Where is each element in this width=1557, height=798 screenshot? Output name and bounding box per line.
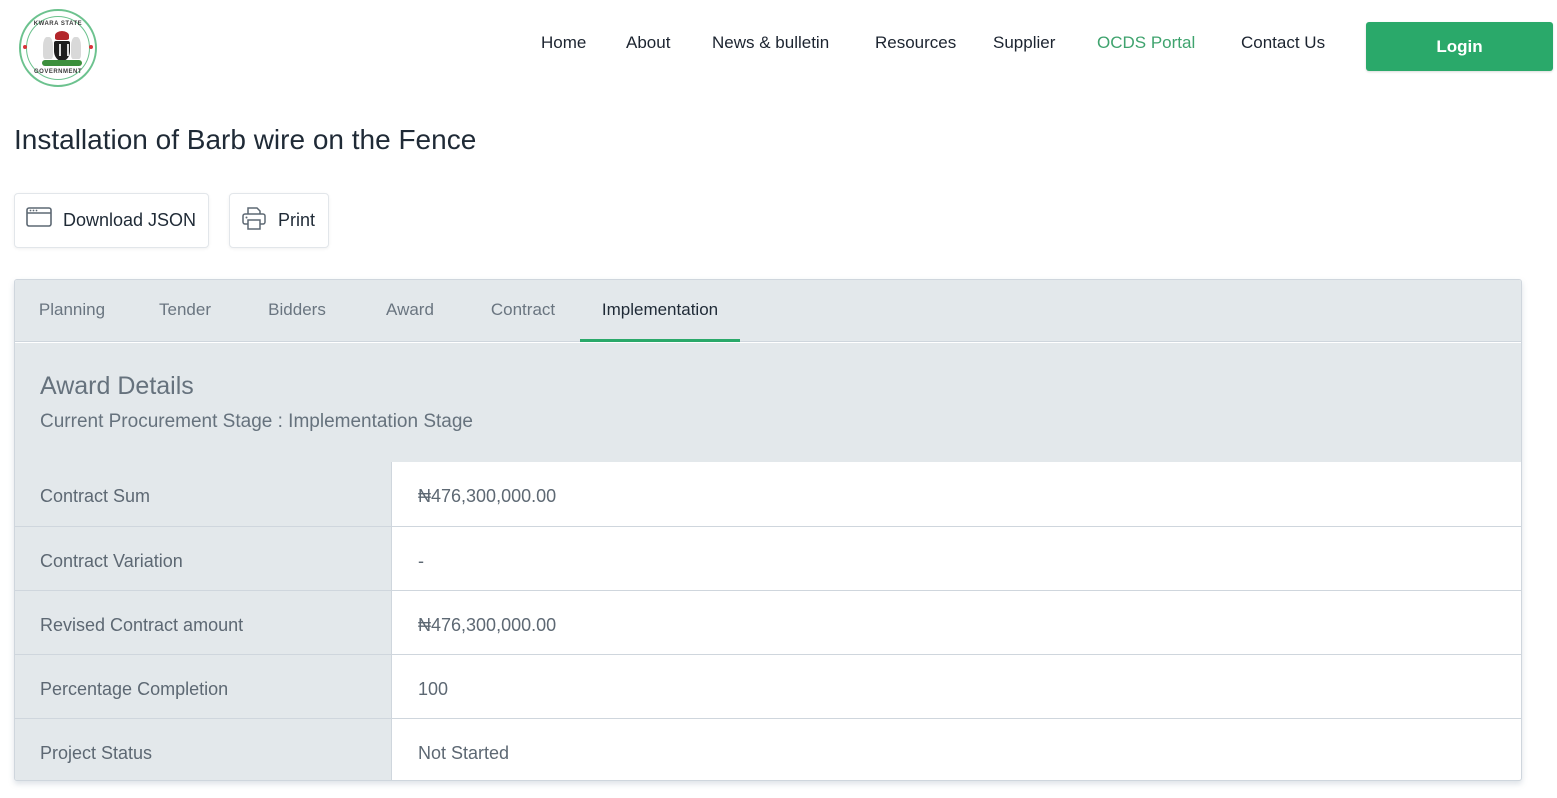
contract-sum-label: Contract Sum — [40, 486, 151, 506]
table-row: Contract Sum ₦476,300,000.00 — [15, 462, 1521, 526]
percentage-completion-label: Percentage Completion — [40, 679, 229, 699]
printer-icon — [241, 206, 267, 230]
table-row: Contract Variation - — [15, 526, 1521, 590]
revised-contract-amount-value: ₦476,300,000.00 — [418, 615, 557, 635]
tab-contract[interactable]: Contract — [475, 280, 571, 342]
nav-ocds-portal[interactable]: OCDS Portal — [1097, 33, 1195, 53]
contract-variation-value: - — [418, 551, 424, 571]
login-button[interactable]: Login — [1366, 22, 1553, 71]
kwara-state-logo[interactable]: KWARA STATE GOVERNMENT — [19, 9, 97, 87]
horse-left-icon — [43, 37, 53, 59]
table-row: Project Status Not Started — [15, 718, 1521, 780]
project-status-value: Not Started — [418, 743, 510, 763]
nav-news-bulletin[interactable]: News & bulletin — [712, 33, 829, 53]
table-row: Revised Contract amount ₦476,300,000.00 — [15, 590, 1521, 654]
project-status-label: Project Status — [40, 743, 153, 763]
contract-sum-value: ₦476,300,000.00 — [418, 486, 557, 506]
nav-resources[interactable]: Resources — [875, 33, 956, 53]
section-title: Award Details — [40, 372, 194, 400]
print-button[interactable]: Print — [229, 193, 329, 248]
logo-seal-ring: KWARA STATE GOVERNMENT — [26, 16, 90, 80]
eagle-icon — [55, 31, 69, 40]
row-label-cell: Contract Sum — [15, 462, 392, 526]
procurement-stage: Current Procurement Stage : Implementati… — [40, 411, 474, 432]
download-json-label: Download JSON — [63, 210, 197, 230]
download-json-button[interactable]: Download JSON — [14, 193, 209, 248]
tab-implementation[interactable]: Implementation — [580, 280, 740, 342]
table-row: Percentage Completion 100 — [15, 654, 1521, 718]
tab-award[interactable]: Award — [370, 280, 450, 342]
row-label-cell: Percentage Completion — [15, 655, 392, 718]
revised-contract-amount-label: Revised Contract amount — [40, 615, 244, 635]
shield-icon — [54, 41, 70, 61]
logo-base — [42, 60, 82, 66]
row-label-cell: Project Status — [15, 719, 392, 780]
site-header: KWARA STATE GOVERNMENT Home About News &… — [0, 0, 1557, 95]
logo-text-bottom: GOVERNMENT — [33, 69, 82, 75]
section-header: Award Details Current Procurement Stage … — [15, 343, 1521, 462]
print-label: Print — [278, 210, 316, 230]
tab-bidders[interactable]: Bidders — [251, 280, 343, 342]
contract-variation-label: Contract Variation — [40, 551, 183, 571]
row-label-cell: Contract Variation — [15, 527, 392, 590]
details-table: Contract Sum ₦476,300,000.00 Contract Va… — [15, 462, 1521, 780]
percentage-completion-value: 100 — [418, 679, 449, 699]
horse-right-icon — [71, 37, 81, 59]
browser-window-icon — [26, 206, 52, 228]
procurement-details-card: Planning Tender Bidders Award Contract I… — [14, 279, 1522, 781]
tab-tender[interactable]: Tender — [145, 280, 225, 342]
logo-text-top: KWARA STATE — [33, 21, 83, 27]
tab-planning[interactable]: Planning — [22, 280, 122, 342]
logo-dot-left — [23, 45, 27, 49]
nav-contact-us[interactable]: Contact Us — [1241, 33, 1325, 53]
page-title: Installation of Barb wire on the Fence — [14, 124, 477, 155]
nav-home[interactable]: Home — [541, 33, 586, 53]
stage-tabs: Planning Tender Bidders Award Contract I… — [15, 280, 1521, 342]
nav-about[interactable]: About — [626, 33, 670, 53]
nav-supplier[interactable]: Supplier — [993, 33, 1055, 53]
logo-dot-right — [89, 45, 93, 49]
row-label-cell: Revised Contract amount — [15, 591, 392, 654]
